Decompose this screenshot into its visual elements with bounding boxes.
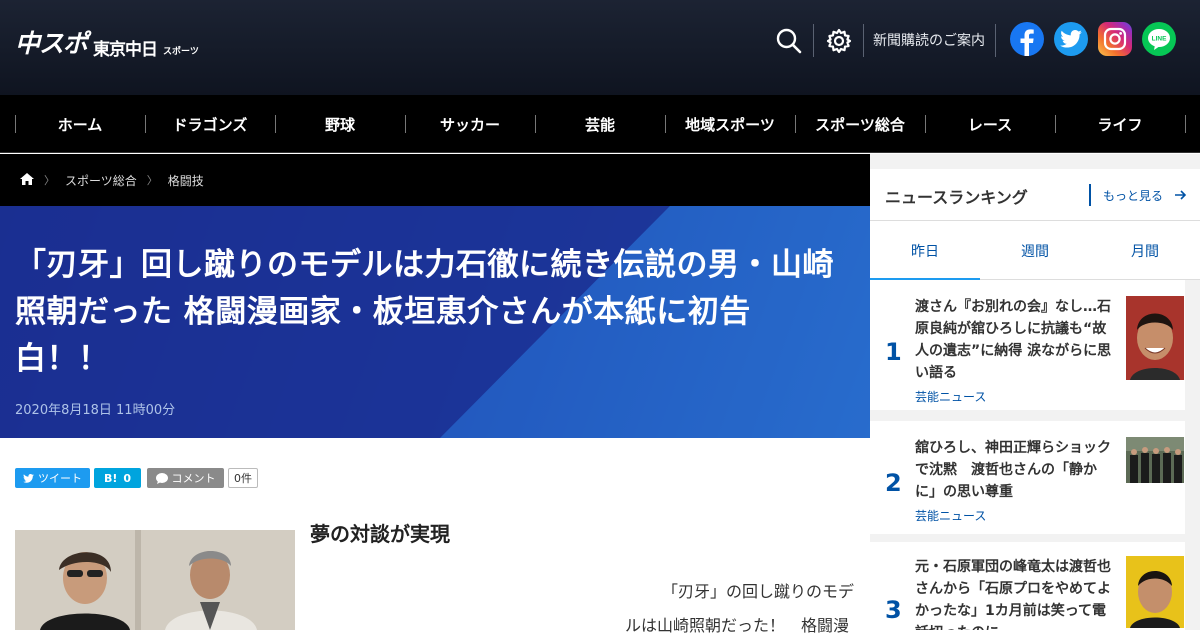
nav-item-entertainment[interactable]: 芸能	[535, 95, 665, 153]
header-divider	[995, 24, 996, 57]
tab-monthly[interactable]: 月間	[1090, 221, 1200, 280]
tweet-label: ツイート	[38, 472, 82, 485]
ranking-item[interactable]: 1 渡さん『お別れの会』なし…石原良純が舘ひろしに抗議も“故人の遺志”に納得 涙…	[870, 280, 1185, 410]
line-icon[interactable]: LINE	[1142, 22, 1176, 56]
speech-bubble-icon	[155, 472, 168, 484]
breadcrumb-item[interactable]: 格闘技	[168, 172, 204, 189]
ranking-item-category[interactable]: 芸能ニュース	[915, 507, 986, 524]
nav-divider	[1185, 95, 1200, 152]
comment-button[interactable]: コメント	[147, 468, 224, 488]
logo-small-text: スポーツ	[163, 47, 199, 57]
ranking-item-title: 舘ひろし、神田正輝らショックで沈黙 渡哲也さんの「静かに」の思い尊重	[915, 440, 1111, 500]
breadcrumb-separator: 〉	[44, 174, 55, 187]
nav-item-life[interactable]: ライフ	[1055, 95, 1185, 153]
ranking-title: ニュースランキング	[885, 188, 1028, 207]
rank-number: 3	[885, 596, 902, 624]
article-subheading: 夢の対談が実現	[310, 522, 450, 546]
nav-item-dragons[interactable]: ドラゴンズ	[145, 95, 275, 153]
article-body-line: ルは山崎照朝だった！ 格闘漫	[625, 616, 850, 635]
svg-text:LINE: LINE	[1152, 36, 1167, 43]
header-divider	[863, 24, 864, 57]
site-header: 中スポ 東京中日 スポーツ 新聞購読のご案内 LINE	[0, 0, 1200, 95]
instagram-icon[interactable]	[1098, 22, 1132, 56]
home-icon[interactable]	[20, 172, 34, 188]
breadcrumb: 〉 スポーツ総合 〉 格闘技	[0, 154, 870, 206]
facebook-icon[interactable]	[1010, 22, 1044, 56]
tab-weekly[interactable]: 週間	[980, 221, 1090, 280]
arrow-right-icon	[1175, 190, 1187, 200]
logo-main-text: 中スポ	[15, 29, 88, 58]
article-body-line: 「刃牙」の回し蹴りのモデ	[662, 582, 855, 601]
rank-number: 1	[885, 338, 902, 366]
main-nav: ホーム ドラゴンズ 野球 サッカー 芸能 地域スポーツ スポーツ総合 レース ラ…	[0, 95, 1200, 153]
twitter-icon	[23, 473, 34, 483]
nav-item-local-sports[interactable]: 地域スポーツ	[665, 95, 795, 153]
article-photo[interactable]	[15, 530, 295, 630]
sidebar: ニュースランキング もっと見る 昨日 週間 月間 1 渡さん『お別れの会』なし……	[870, 154, 1200, 630]
ranking-item-thumbnail	[1126, 437, 1184, 483]
nav-item-soccer[interactable]: サッカー	[405, 95, 535, 153]
ranking-item-title: 渡さん『お別れの会』なし…石原良純が舘ひろしに抗議も“故人の遺志”に納得 涙なが…	[915, 299, 1112, 381]
hatena-bookmark-button[interactable]: B! 0	[94, 468, 141, 488]
breadcrumb-separator: 〉	[146, 174, 158, 187]
article-title: 「刃牙」回し蹴りのモデルは力石徹に続き伝説の男・山崎照朝だった 格闘漫画家・板垣…	[15, 247, 834, 377]
ranking-item-title: 元・石原軍団の峰竜太は渡哲也さんから「石原プロをやめてよかったな」1カ月前は笑っ…	[915, 559, 1111, 630]
rank-number: 2	[885, 469, 902, 497]
hatena-count: 0	[123, 471, 132, 485]
ranking-header: ニュースランキング もっと見る	[870, 169, 1200, 221]
tweet-button[interactable]: ツイート	[15, 468, 90, 488]
ranking-item[interactable]: 2 舘ひろし、神田正輝らショックで沈黙 渡哲也さんの「静かに」の思い尊重 芸能ニ…	[870, 421, 1185, 534]
tab-yesterday[interactable]: 昨日	[870, 221, 980, 281]
site-logo[interactable]: 中スポ 東京中日 スポーツ	[15, 24, 199, 60]
comment-label: コメント	[171, 472, 216, 485]
share-bar: ツイート B! 0 コメント 0件	[15, 468, 258, 488]
hatena-label: B!	[103, 471, 118, 485]
comment-count: 0件	[228, 468, 258, 488]
more-link[interactable]: もっと見る	[1089, 184, 1187, 206]
ranking-item-thumbnail	[1126, 296, 1184, 380]
breadcrumb-item[interactable]: スポーツ総合	[65, 172, 137, 189]
article-hero: 「刃牙」回し蹴りのモデルは力石徹に続き伝説の男・山崎照朝だった 格闘漫画家・板垣…	[0, 206, 870, 438]
more-label: もっと見る	[1103, 188, 1164, 203]
nav-item-general-sports[interactable]: スポーツ総合	[795, 95, 925, 153]
subscription-link[interactable]: 新聞購読のご案内	[873, 30, 985, 50]
search-icon[interactable]	[774, 26, 804, 56]
nav-item-baseball[interactable]: 野球	[275, 95, 405, 153]
twitter-icon[interactable]	[1054, 22, 1088, 56]
gear-icon[interactable]	[824, 26, 854, 56]
header-divider	[813, 24, 814, 57]
ranking-item-thumbnail	[1126, 556, 1184, 628]
article-date: 2020年8月18日 11時00分	[15, 403, 176, 418]
ranking-item[interactable]: 3 元・石原軍団の峰竜太は渡哲也さんから「石原プロをやめてよかったな」1カ月前は…	[870, 542, 1185, 630]
ranking-tabs: 昨日 週間 月間	[870, 221, 1200, 281]
logo-sub-text: 東京中日	[93, 40, 158, 60]
nav-item-race[interactable]: レース	[925, 95, 1055, 153]
nav-item-home[interactable]: ホーム	[15, 95, 145, 153]
ranking-item-category[interactable]: 芸能ニュース	[915, 388, 986, 405]
